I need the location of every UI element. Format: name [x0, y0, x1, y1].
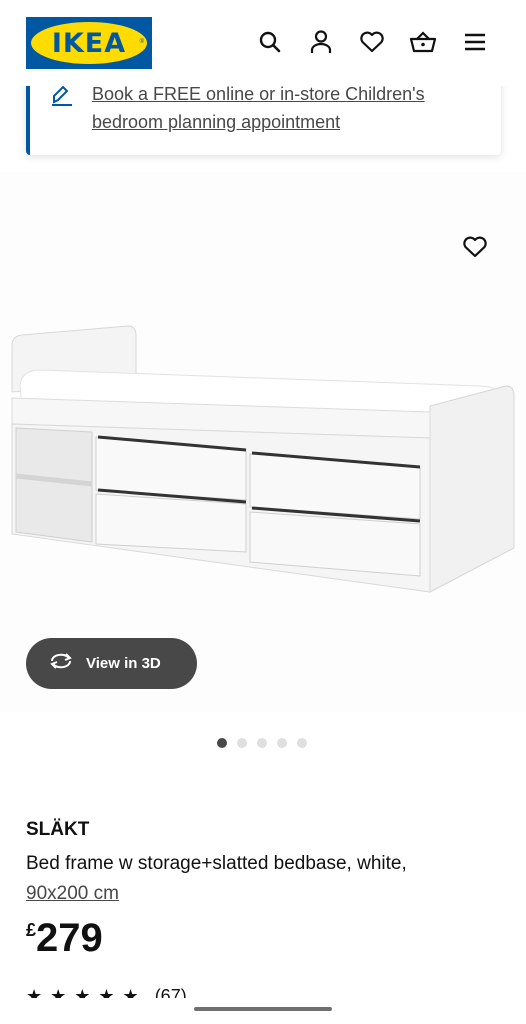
heart-icon[interactable]: [357, 27, 387, 57]
product-price: £ 279: [26, 914, 103, 962]
favourite-heart-icon[interactable]: [460, 232, 490, 262]
product-description-text: Bed frame w storage+slatted bedbase, whi…: [26, 853, 407, 874]
carousel-pagination: [217, 738, 307, 748]
bed-product-image: [11, 325, 515, 593]
basket-icon[interactable]: [408, 27, 438, 57]
price-amount: 279: [36, 916, 103, 960]
carousel-dot[interactable]: [277, 738, 287, 748]
carousel-dot[interactable]: [257, 738, 267, 748]
ikea-logo[interactable]: IKEA ®: [26, 17, 152, 69]
product-description: Bed frame w storage+slatted bedbase, whi…: [26, 849, 496, 909]
account-icon[interactable]: [306, 27, 336, 57]
rating-stars: ★★★★★: [26, 986, 147, 998]
planning-appointment-link[interactable]: Book a FREE online or in-store Children'…: [92, 80, 492, 136]
home-indicator[interactable]: [194, 1007, 332, 1011]
menu-icon[interactable]: [460, 27, 490, 57]
product-name: SLÄKT: [26, 819, 90, 840]
logo-registered-mark: ®: [139, 39, 144, 45]
rotate-3d-icon: [48, 652, 74, 675]
search-icon[interactable]: [255, 27, 285, 57]
price-currency: £: [26, 920, 37, 940]
logo-oval: IKEA ®: [31, 22, 147, 64]
logo-text: IKEA: [51, 27, 127, 59]
review-count: (67): [154, 986, 187, 998]
view-in-3d-button[interactable]: View in 3D: [26, 638, 197, 689]
product-size-link[interactable]: 90x200 cm: [26, 883, 119, 904]
pencil-icon: [50, 84, 74, 113]
carousel-dot[interactable]: [297, 738, 307, 748]
carousel-dot[interactable]: [217, 738, 227, 748]
carousel-dot[interactable]: [237, 738, 247, 748]
header: IKEA ®: [0, 0, 526, 86]
product-rating[interactable]: ★★★★★ (67): [26, 986, 187, 998]
view-in-3d-label: View in 3D: [86, 655, 161, 672]
